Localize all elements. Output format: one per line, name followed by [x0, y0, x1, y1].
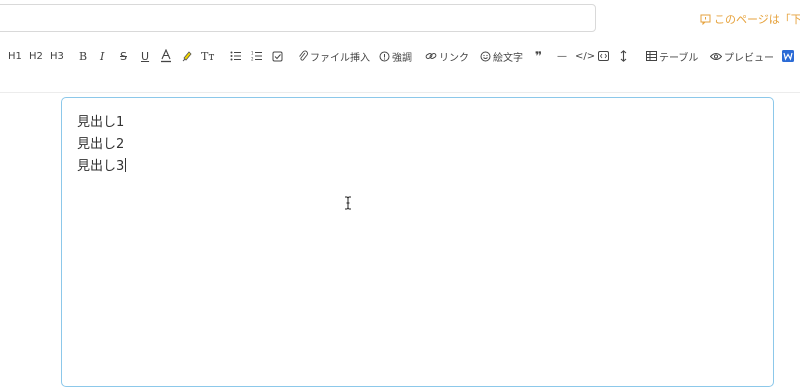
- heading2-button[interactable]: H2: [29, 42, 43, 70]
- editor-line: 見出し3: [77, 159, 125, 174]
- bold-button[interactable]: B: [79, 42, 87, 70]
- bullet-list-button[interactable]: [230, 42, 242, 70]
- font-size-button[interactable]: Tт: [201, 42, 214, 70]
- toolbar-divider: [0, 92, 800, 93]
- horizontal-rule-icon: —: [557, 50, 567, 62]
- markdown-editor[interactable]: 見出し1 見出し2 見出し3: [61, 97, 774, 387]
- heading2-label: H2: [29, 50, 43, 62]
- text-caret: [125, 158, 127, 172]
- code-block-button[interactable]: [598, 42, 609, 70]
- info-circle-icon: [379, 51, 390, 61]
- table-label: テーブル: [659, 52, 699, 64]
- font-size-label: Tт: [201, 49, 215, 63]
- editor-line: 見出し2: [77, 137, 125, 152]
- code-button[interactable]: </>: [575, 42, 595, 70]
- preview-button[interactable]: プレビュー: [710, 42, 774, 70]
- word-icon: [782, 50, 794, 62]
- horizontal-rule-button[interactable]: —: [557, 42, 567, 70]
- info-comment-icon: [700, 14, 711, 25]
- heading1-label: H1: [8, 50, 22, 62]
- preview-label: プレビュー: [724, 52, 774, 64]
- table-button[interactable]: テーブル: [646, 42, 698, 70]
- code-icon: </>: [575, 50, 596, 62]
- paperclip-icon: [299, 50, 308, 61]
- svg-text:1: 1: [251, 51, 254, 56]
- file-insert-label: ファイル挿入: [310, 52, 370, 64]
- eye-icon: [710, 52, 722, 60]
- italic-button[interactable]: I: [100, 42, 104, 70]
- underline-label: U: [141, 49, 150, 63]
- editor-toolbar: H1 H2 H3 B I S U Tт 1 2 ファイル挿入 強調 リンク 絵文…: [0, 42, 800, 70]
- link-label: リンク: [439, 52, 469, 64]
- quote-icon: ❞: [535, 49, 543, 63]
- bold-label: B: [79, 49, 88, 63]
- file-insert-button[interactable]: ファイル挿入: [298, 42, 370, 70]
- checkbox-icon: [272, 51, 283, 61]
- quote-button[interactable]: ❞: [535, 42, 542, 70]
- italic-label: I: [100, 49, 105, 63]
- heading3-label: H3: [50, 50, 64, 62]
- strikethrough-button[interactable]: S: [120, 42, 127, 70]
- emoji-button[interactable]: 絵文字: [480, 42, 523, 70]
- highlight-button[interactable]: [181, 42, 193, 70]
- link-button[interactable]: リンク: [425, 42, 469, 70]
- editor-line-current: 見出し3: [77, 155, 127, 174]
- vertical-arrows-icon: [620, 50, 627, 62]
- text-color-button[interactable]: [160, 42, 172, 70]
- editor-line: 見出し1: [77, 115, 125, 130]
- heading1-button[interactable]: H1: [8, 42, 22, 70]
- draft-notice[interactable]: このページは「下書: [700, 11, 800, 27]
- emphasis-button[interactable]: 強調: [379, 42, 412, 70]
- word-export-button[interactable]: [782, 42, 794, 70]
- heading3-button[interactable]: H3: [50, 42, 64, 70]
- title-input[interactable]: [0, 4, 596, 32]
- link-icon: [425, 52, 437, 59]
- numbered-list-button[interactable]: 1 2: [251, 42, 263, 70]
- draft-notice-text: このページは「下書: [714, 13, 800, 26]
- line-height-button[interactable]: [620, 42, 627, 70]
- emoji-label: 絵文字: [493, 52, 523, 64]
- table-icon: [646, 51, 657, 61]
- smiley-icon: [480, 51, 491, 61]
- svg-text:2: 2: [251, 57, 254, 62]
- text-color-icon: [161, 49, 171, 63]
- bullet-list-icon: [230, 51, 241, 61]
- emphasis-label: 強調: [392, 52, 412, 64]
- code-block-icon: [598, 51, 609, 61]
- strikethrough-label: S: [120, 49, 127, 63]
- highlighter-icon: [182, 51, 192, 62]
- ibeam-cursor-icon: [345, 196, 351, 210]
- checklist-button[interactable]: [272, 42, 283, 70]
- numbered-list-icon: 1 2: [251, 51, 262, 62]
- underline-button[interactable]: U: [141, 42, 149, 70]
